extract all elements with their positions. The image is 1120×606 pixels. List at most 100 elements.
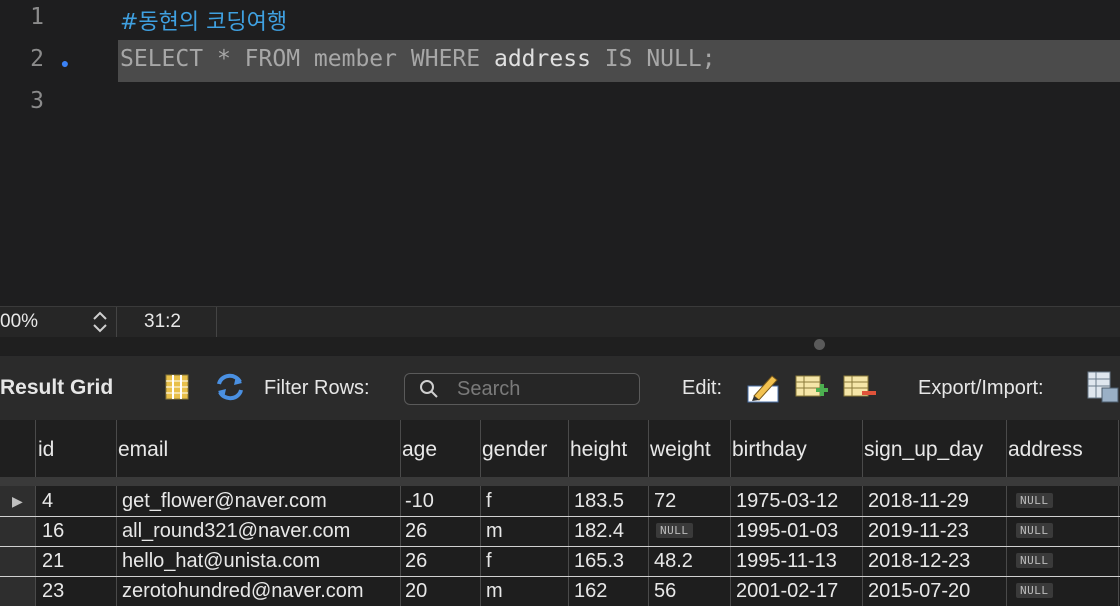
cell-email[interactable]: get_flower@naver.com — [122, 490, 327, 513]
cell-email[interactable]: zerotohundred@naver.com — [122, 580, 364, 603]
grid-line — [116, 420, 117, 606]
cell-weight[interactable]: 72 — [654, 490, 676, 513]
grid-line — [0, 516, 1120, 517]
search-placeholder: Search — [457, 378, 521, 400]
grid-view-icon[interactable] — [164, 374, 190, 400]
sql-keyword: WHERE — [410, 46, 481, 72]
grid-line — [648, 420, 649, 606]
cell-birthday[interactable]: 1995-01-03 — [736, 520, 838, 543]
line-number: 3 — [30, 88, 44, 114]
null-badge[interactable]: NULL — [656, 523, 693, 538]
cell-sign-up-day[interactable]: 2018-12-23 — [868, 550, 970, 573]
cell-weight[interactable]: 56 — [654, 580, 676, 603]
sql-comment: #동현의 코딩여행 — [120, 10, 288, 35]
line-number: 2 — [30, 46, 44, 72]
refresh-icon[interactable] — [214, 372, 246, 402]
column-header-weight[interactable]: weight — [650, 438, 711, 462]
sql-semicolon: ; — [701, 46, 716, 72]
cell-height[interactable]: 183.5 — [574, 490, 624, 513]
cell-age[interactable]: 20 — [405, 580, 427, 603]
result-grid[interactable]: id email age gender height weight birthd… — [0, 420, 1120, 606]
editor-status-bar: 00% 31:2 — [0, 306, 1120, 338]
zoom-level: 00% — [0, 311, 39, 332]
search-icon — [420, 380, 438, 398]
grid-header: id email age gender height weight birthd… — [0, 420, 1120, 477]
editor-line-3[interactable]: 3 — [0, 84, 1120, 126]
grid-line — [400, 420, 401, 606]
null-badge[interactable]: NULL — [1016, 493, 1053, 508]
sql-table: member — [313, 46, 398, 72]
cell-id[interactable]: 23 — [42, 580, 64, 603]
column-header-height[interactable]: height — [570, 438, 627, 462]
zoom-stepper-icon[interactable] — [90, 309, 110, 335]
add-row-icon[interactable] — [794, 374, 830, 402]
cell-email[interactable]: all_round321@naver.com — [122, 520, 350, 543]
cell-gender[interactable]: f — [486, 550, 492, 573]
editor-line-1[interactable]: 1 #동현의 코딩여행 — [0, 0, 1120, 42]
grid-line — [35, 420, 36, 606]
panel-splitter[interactable] — [0, 337, 1120, 355]
result-toolbar: Result Grid Filter Rows: Search Edit: Ex… — [0, 356, 1120, 420]
cell-gender[interactable]: m — [486, 520, 503, 543]
grid-line — [1006, 420, 1007, 606]
cell-age[interactable]: 26 — [405, 520, 427, 543]
null-badge[interactable]: NULL — [1016, 553, 1053, 568]
sql-statement: SELECT * FROM member WHERE address IS NU… — [120, 46, 716, 72]
grid-line — [862, 420, 863, 606]
cell-age[interactable]: 26 — [405, 550, 427, 573]
current-row-arrow-icon: ▶ — [12, 493, 23, 509]
cell-sign-up-day[interactable]: 2015-07-20 — [868, 580, 970, 603]
cell-id[interactable]: 21 — [42, 550, 64, 573]
edit-label: Edit: — [682, 377, 723, 399]
sql-editor[interactable]: 1 #동현의 코딩여행 2 SELECT * FROM member WHERE… — [0, 0, 1120, 306]
column-header-age[interactable]: age — [402, 438, 437, 462]
column-header-address[interactable]: address — [1008, 438, 1083, 462]
sql-star: * — [216, 46, 231, 72]
sql-keyword: SELECT — [120, 46, 204, 72]
column-header-gender[interactable]: gender — [482, 438, 547, 462]
cell-birthday[interactable]: 1995-11-13 — [736, 550, 837, 573]
editor-line-2[interactable]: 2 SELECT * FROM member WHERE address IS … — [0, 40, 1120, 84]
statement-marker-icon[interactable] — [59, 57, 71, 69]
cell-birthday[interactable]: 1975-03-12 — [736, 490, 838, 513]
grid-line — [568, 420, 569, 606]
edit-pencil-icon[interactable] — [746, 370, 780, 404]
cell-id[interactable]: 16 — [42, 520, 64, 543]
grid-line — [0, 576, 1120, 577]
line-number: 1 — [30, 4, 44, 30]
cell-height[interactable]: 182.4 — [574, 520, 624, 543]
cell-age[interactable]: -10 — [405, 490, 434, 513]
column-header-sign-up-day[interactable]: sign_up_day — [864, 438, 983, 462]
null-badge[interactable]: NULL — [1016, 583, 1053, 598]
grid-line — [480, 420, 481, 606]
grid-line — [0, 546, 1120, 547]
header-separator — [0, 477, 1120, 486]
null-badge[interactable]: NULL — [1016, 523, 1053, 538]
divider — [216, 307, 217, 337]
cursor-position: 31:2 — [144, 311, 181, 332]
sql-keyword: IS NULL — [604, 46, 702, 72]
cell-email[interactable]: hello_hat@unista.com — [122, 550, 320, 573]
cell-birthday[interactable]: 2001-02-17 — [736, 580, 838, 603]
cell-height[interactable]: 165.3 — [574, 550, 624, 573]
delete-row-icon[interactable] — [842, 374, 878, 402]
cell-weight[interactable]: 48.2 — [654, 550, 693, 573]
column-header-id[interactable]: id — [38, 438, 54, 462]
cell-height[interactable]: 162 — [574, 580, 607, 603]
cell-sign-up-day[interactable]: 2019-11-23 — [868, 520, 969, 543]
column-header-email[interactable]: email — [118, 438, 168, 462]
search-input[interactable]: Search — [404, 373, 640, 405]
cell-gender[interactable]: f — [486, 490, 492, 513]
cell-id[interactable]: 4 — [42, 490, 53, 513]
cell-gender[interactable]: m — [486, 580, 503, 603]
export-table-icon[interactable] — [1086, 370, 1120, 406]
filter-rows-label: Filter Rows: — [264, 377, 370, 399]
cell-sign-up-day[interactable]: 2018-11-29 — [868, 490, 969, 513]
grid-line — [730, 420, 731, 606]
splitter-handle-icon[interactable] — [814, 339, 825, 350]
column-header-birthday[interactable]: birthday — [732, 438, 807, 462]
export-import-label: Export/Import: — [918, 377, 1044, 399]
result-grid-title: Result Grid — [0, 376, 114, 399]
sql-keyword: FROM — [244, 46, 301, 72]
divider — [116, 307, 117, 337]
